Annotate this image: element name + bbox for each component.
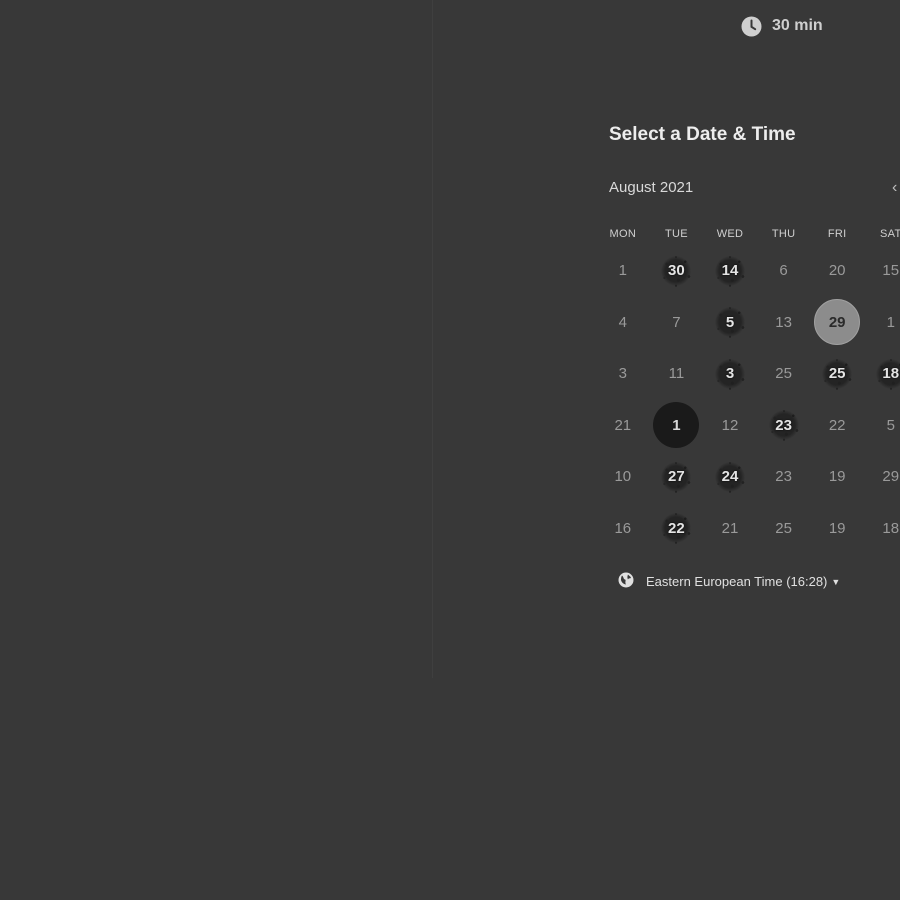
calendar-cell: 7 bbox=[650, 297, 704, 349]
calendar-day-unavailable: 5 bbox=[886, 416, 895, 434]
calendar-cell: 1 bbox=[864, 297, 900, 349]
event-duration: 30 min bbox=[741, 14, 823, 38]
calendar-cell: 29 bbox=[810, 297, 864, 349]
month-label: August 2021 bbox=[609, 179, 694, 196]
caret-down-icon: ▼ bbox=[831, 576, 841, 587]
calendar-cell: 25 bbox=[757, 348, 811, 400]
calendar-day-unavailable: 19 bbox=[828, 468, 846, 486]
calendar-day-unavailable: 25 bbox=[775, 365, 792, 383]
calendar-day-unavailable: 15 bbox=[882, 262, 900, 280]
timezone-selector[interactable]: Eastern European Time (16:28) ▼ bbox=[618, 572, 840, 591]
weekday-label: FRI bbox=[827, 228, 847, 240]
calendar-cell: 18 bbox=[864, 348, 900, 400]
calendar-cell: 13 bbox=[757, 297, 811, 349]
calendar-day-today[interactable]: 29 bbox=[814, 299, 861, 346]
weekday-label: WED bbox=[716, 228, 744, 240]
panel-divider bbox=[432, 0, 433, 678]
calendar-cell: 30 bbox=[650, 245, 704, 297]
calendar-cell: 3 bbox=[596, 348, 650, 400]
calendar-cell: 16 bbox=[596, 503, 650, 555]
calendar-cell: 5 bbox=[864, 400, 900, 452]
calendar-cell: 24 bbox=[703, 451, 757, 503]
calendar-day-unavailable: 29 bbox=[882, 468, 900, 486]
calendar-day-unavailable: 19 bbox=[828, 519, 846, 537]
page-title: Select a Date & Time bbox=[609, 124, 796, 145]
calendar-cell: 1 bbox=[596, 245, 650, 297]
globe-icon bbox=[618, 572, 634, 591]
calendar-day-unavailable: 21 bbox=[614, 416, 632, 434]
calendar-day-unavailable: 10 bbox=[614, 468, 632, 486]
calendar-day-unavailable: 4 bbox=[618, 313, 627, 331]
weekday-label: SAT bbox=[880, 228, 900, 240]
calendar-cell: 27 bbox=[650, 451, 704, 503]
calendar-cell: 12 bbox=[703, 400, 757, 452]
duration-label: 30 min bbox=[772, 17, 823, 34]
calendar-day-available[interactable]: 30 bbox=[653, 247, 700, 294]
calendar-day-unavailable: 16 bbox=[614, 519, 632, 537]
scheduling-page: 30 min Select a Date & Time August 2021 … bbox=[0, 0, 900, 900]
calendar-day-unavailable: 12 bbox=[721, 416, 739, 434]
calendar-day-available[interactable]: 27 bbox=[653, 453, 700, 500]
calendar-day-available[interactable]: 14 bbox=[706, 247, 753, 294]
calendar-cell: 4 bbox=[596, 297, 650, 349]
calendar-cell: 25 bbox=[810, 348, 864, 400]
calendar-cell: 29 bbox=[864, 451, 900, 503]
calendar-day-unavailable: 11 bbox=[668, 365, 685, 383]
calendar-cell: 23 bbox=[757, 451, 811, 503]
calendar-day-unavailable: 1 bbox=[618, 262, 627, 280]
calendar-grid: 1 30 14 6 20 15 4 7 5 13 29 1 3 11 3 25 25 18 21 1 12 23 22 5 10… bbox=[596, 245, 900, 554]
calendar-cell: 14 bbox=[703, 245, 757, 297]
calendar-day-selected[interactable]: 1 bbox=[653, 402, 700, 449]
weekday-label: TUE bbox=[664, 228, 688, 240]
calendar-day-unavailable: 23 bbox=[775, 468, 792, 486]
calendar-cell: 10 bbox=[596, 451, 650, 503]
calendar-day-available[interactable]: 22 bbox=[653, 505, 700, 552]
calendar-cell: 20 bbox=[810, 245, 864, 297]
calendar-cell: 11 bbox=[650, 348, 704, 400]
weekday-header: MON TUE WED THU FRI SAT bbox=[596, 228, 900, 240]
calendar-day-available[interactable]: 18 bbox=[867, 350, 900, 397]
calendar-cell: 3 bbox=[703, 348, 757, 400]
calendar-day-available[interactable]: 24 bbox=[706, 453, 753, 500]
calendar-day-unavailable: 21 bbox=[721, 519, 739, 537]
calendar-day-unavailable: 3 bbox=[618, 365, 627, 383]
weekday-label: THU bbox=[771, 228, 796, 240]
chevron-left-icon[interactable]: ‹ bbox=[892, 179, 900, 197]
weekday-label: MON bbox=[609, 228, 637, 240]
calendar-day-unavailable: 6 bbox=[779, 262, 788, 280]
calendar-cell: 5 bbox=[703, 297, 757, 349]
calendar-cell: 15 bbox=[864, 245, 900, 297]
calendar-day-unavailable: 20 bbox=[828, 262, 846, 280]
calendar-cell: 25 bbox=[757, 503, 811, 555]
calendar-cell: 19 bbox=[810, 451, 864, 503]
calendar-cell: 6 bbox=[757, 245, 811, 297]
calendar-day-unavailable: 1 bbox=[886, 313, 895, 331]
calendar-cell: 21 bbox=[596, 400, 650, 452]
calendar-cell: 19 bbox=[810, 503, 864, 555]
calendar-day-unavailable: 25 bbox=[775, 519, 792, 537]
calendar-cell: 21 bbox=[703, 503, 757, 555]
calendar-cell: 23 bbox=[757, 400, 811, 452]
timezone-label: Eastern European Time (16:28) bbox=[646, 574, 828, 589]
calendar-cell: 1 bbox=[650, 400, 704, 452]
calendar-day-available[interactable]: 3 bbox=[706, 350, 753, 397]
calendar-cell: 18 bbox=[864, 503, 900, 555]
calendar-day-unavailable: 13 bbox=[775, 313, 792, 331]
calendar-day-available[interactable]: 23 bbox=[760, 402, 807, 449]
calendar-cell: 22 bbox=[810, 400, 864, 452]
calendar-cell: 22 bbox=[650, 503, 704, 555]
calendar-day-available[interactable]: 5 bbox=[706, 299, 753, 346]
clock-icon bbox=[741, 16, 762, 37]
calendar-day-unavailable: 7 bbox=[672, 313, 681, 331]
calendar-day-available[interactable]: 25 bbox=[814, 350, 861, 397]
calendar-day-unavailable: 18 bbox=[882, 519, 900, 537]
calendar-day-unavailable: 22 bbox=[828, 416, 846, 434]
